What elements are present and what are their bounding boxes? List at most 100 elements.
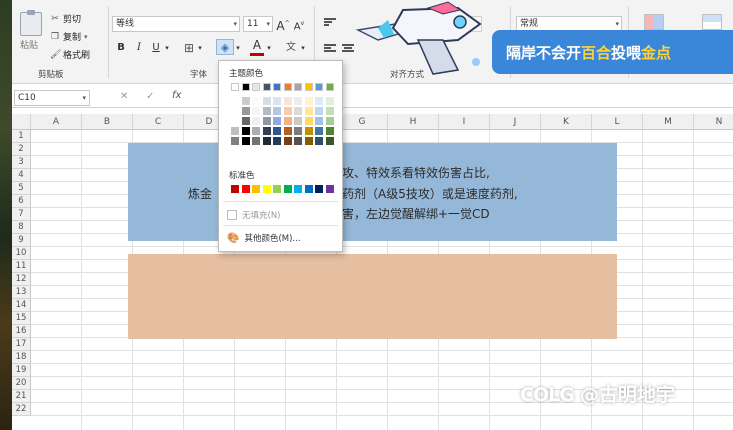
row-header-17[interactable]: 17 bbox=[12, 338, 31, 351]
no-fill-menu-item[interactable]: 无填充(N) bbox=[227, 209, 281, 221]
row-header-13[interactable]: 13 bbox=[12, 286, 31, 299]
theme-color-tint-swatch[interactable] bbox=[283, 107, 292, 115]
theme-color-tint-swatch[interactable] bbox=[273, 117, 281, 125]
phonetic-button[interactable]: 文 bbox=[284, 40, 298, 56]
standard-color-swatch[interactable] bbox=[294, 185, 302, 193]
theme-color-tint-swatch[interactable] bbox=[241, 107, 250, 115]
standard-color-swatch[interactable] bbox=[304, 185, 313, 193]
theme-color-shade-swatch[interactable] bbox=[241, 127, 250, 135]
theme-color-tint-swatch[interactable] bbox=[294, 97, 302, 105]
column-header-h[interactable]: H bbox=[388, 114, 439, 130]
theme-color-tint-swatch[interactable] bbox=[325, 117, 334, 125]
theme-color-shade-swatch[interactable] bbox=[294, 127, 302, 135]
theme-color-tint-swatch[interactable] bbox=[315, 97, 323, 105]
row-header-16[interactable]: 16 bbox=[12, 325, 31, 338]
theme-color-shade-swatch[interactable] bbox=[283, 127, 292, 135]
theme-color-swatch[interactable] bbox=[315, 83, 323, 91]
name-box[interactable]: C10 ▾ bbox=[14, 90, 90, 106]
theme-color-tint-swatch[interactable] bbox=[325, 97, 334, 105]
table-format-icon[interactable] bbox=[702, 14, 722, 30]
underline-button[interactable]: U bbox=[149, 40, 163, 56]
theme-color-shade-swatch[interactable] bbox=[262, 137, 271, 145]
theme-color-tint-swatch[interactable] bbox=[241, 97, 250, 105]
align-left-icon[interactable] bbox=[324, 44, 336, 54]
chevron-down-icon[interactable]: ▾ bbox=[265, 40, 273, 56]
standard-color-swatch[interactable] bbox=[241, 185, 250, 193]
column-header-g[interactable]: G bbox=[337, 114, 388, 130]
theme-color-tint-swatch[interactable] bbox=[252, 107, 260, 115]
row-header-3[interactable]: 3 bbox=[12, 156, 31, 169]
theme-color-tint-swatch[interactable] bbox=[304, 117, 313, 125]
peach-filled-range[interactable] bbox=[128, 254, 617, 339]
theme-color-tint-swatch[interactable] bbox=[262, 107, 271, 115]
border-icon[interactable]: ⊞ bbox=[182, 40, 196, 56]
row-header-18[interactable]: 18 bbox=[12, 351, 31, 364]
theme-color-tint-swatch[interactable] bbox=[241, 117, 250, 125]
row-header-5[interactable]: 5 bbox=[12, 182, 31, 195]
standard-color-swatch[interactable] bbox=[283, 185, 292, 193]
row-header-11[interactable]: 11 bbox=[12, 260, 31, 273]
copy-button[interactable]: ❐ 复制 ▾ bbox=[50, 30, 88, 44]
theme-color-tint-swatch[interactable] bbox=[325, 107, 334, 115]
row-header-6[interactable]: 6 bbox=[12, 195, 31, 208]
row-header-14[interactable]: 14 bbox=[12, 299, 31, 312]
theme-color-swatch[interactable] bbox=[325, 83, 334, 91]
italic-button[interactable]: I bbox=[132, 40, 146, 56]
column-header-i[interactable]: I bbox=[439, 114, 490, 130]
theme-color-tint-swatch[interactable] bbox=[283, 117, 292, 125]
column-header-l[interactable]: L bbox=[592, 114, 643, 130]
row-header-2[interactable]: 2 bbox=[12, 143, 31, 156]
theme-color-shade-swatch[interactable] bbox=[304, 127, 313, 135]
theme-color-tint-swatch[interactable] bbox=[283, 97, 292, 105]
theme-color-tint-swatch[interactable] bbox=[262, 97, 271, 105]
theme-color-shade-swatch[interactable] bbox=[273, 127, 281, 135]
standard-color-swatch[interactable] bbox=[252, 185, 260, 193]
conditional-format-icon[interactable] bbox=[644, 14, 664, 30]
row-header-21[interactable]: 21 bbox=[12, 390, 31, 403]
theme-color-shade-swatch[interactable] bbox=[294, 137, 302, 145]
theme-color-tint-swatch[interactable] bbox=[252, 97, 260, 105]
theme-color-tint-swatch[interactable] bbox=[262, 117, 271, 125]
theme-color-tint-swatch[interactable] bbox=[304, 97, 313, 105]
shrink-font-button[interactable]: Av bbox=[292, 16, 306, 32]
chevron-down-icon[interactable]: ▾ bbox=[299, 40, 307, 56]
theme-color-swatch[interactable] bbox=[241, 83, 250, 91]
column-header-n[interactable]: N bbox=[694, 114, 733, 130]
standard-color-swatch[interactable] bbox=[315, 185, 323, 193]
theme-color-shade-swatch[interactable] bbox=[315, 127, 323, 135]
row-header-22[interactable]: 22 bbox=[12, 403, 31, 416]
row-header-20[interactable]: 20 bbox=[12, 377, 31, 390]
ad-banner[interactable]: 隔岸不会开百合投喂金点 bbox=[492, 30, 733, 74]
chevron-down-icon[interactable]: ▾ bbox=[234, 40, 242, 56]
theme-color-swatch[interactable] bbox=[262, 83, 271, 91]
theme-color-tint-swatch[interactable] bbox=[273, 107, 281, 115]
chevron-down-icon[interactable]: ▾ bbox=[163, 40, 171, 56]
row-header-7[interactable]: 7 bbox=[12, 208, 31, 221]
theme-color-swatch[interactable] bbox=[304, 83, 313, 91]
select-all-corner[interactable] bbox=[12, 114, 31, 130]
row-header-19[interactable]: 19 bbox=[12, 364, 31, 377]
theme-color-shade-swatch[interactable] bbox=[241, 137, 250, 145]
column-header-j[interactable]: J bbox=[490, 114, 541, 130]
cut-button[interactable]: ✂ 剪切 bbox=[50, 12, 81, 26]
theme-color-tint-swatch[interactable] bbox=[315, 117, 323, 125]
font-color-button[interactable]: A bbox=[250, 38, 264, 56]
column-header-m[interactable]: M bbox=[643, 114, 694, 130]
standard-color-swatch[interactable] bbox=[273, 185, 281, 193]
more-colors-menu-item[interactable]: 🎨 其他颜色(M)... bbox=[227, 232, 301, 245]
theme-color-shade-swatch[interactable] bbox=[304, 137, 313, 145]
theme-color-shade-swatch[interactable] bbox=[325, 137, 334, 145]
theme-color-swatch[interactable] bbox=[252, 83, 260, 91]
align-top-icon[interactable] bbox=[324, 18, 336, 28]
grow-font-button[interactable]: A^ bbox=[276, 16, 290, 33]
theme-color-tint-swatch[interactable] bbox=[231, 107, 239, 115]
paste-button[interactable]: 粘贴 bbox=[20, 38, 38, 51]
theme-color-shade-swatch[interactable] bbox=[283, 137, 292, 145]
theme-color-shade-swatch[interactable] bbox=[273, 137, 281, 145]
column-header-c[interactable]: C bbox=[133, 114, 184, 130]
row-header-10[interactable]: 10 bbox=[12, 247, 31, 260]
theme-color-tint-swatch[interactable] bbox=[231, 117, 239, 125]
font-size-select[interactable]: 11 ▾ bbox=[243, 16, 273, 32]
theme-color-shade-swatch[interactable] bbox=[231, 127, 239, 135]
standard-color-swatch[interactable] bbox=[325, 185, 334, 193]
